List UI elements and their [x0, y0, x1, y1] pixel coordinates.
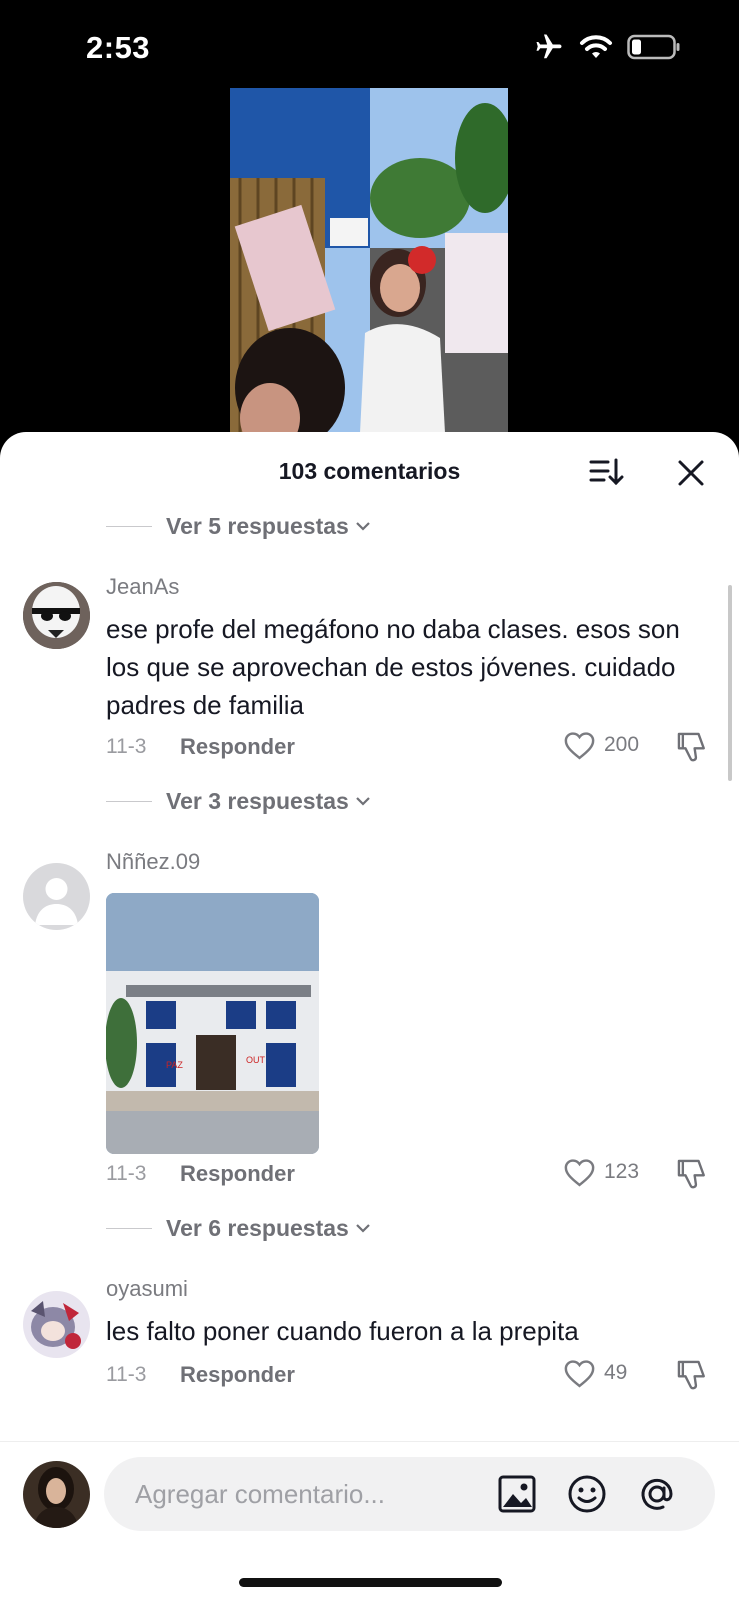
- heart-icon: [564, 1159, 595, 1187]
- view-replies-button[interactable]: Ver 5 respuestas: [106, 511, 371, 541]
- like-button[interactable]: 200: [563, 730, 639, 760]
- comment-username[interactable]: JeanAs: [106, 574, 179, 600]
- mention-icon[interactable]: [637, 1474, 677, 1514]
- comments-header: 103 comentarios: [0, 432, 739, 508]
- home-indicator: [239, 1578, 502, 1587]
- view-replies-label: Ver 5 respuestas: [166, 512, 349, 539]
- image-icon[interactable]: [497, 1474, 537, 1514]
- like-count: 200: [604, 733, 640, 756]
- like-count: 49: [604, 1361, 628, 1384]
- comment-date: 11-3: [106, 1363, 147, 1386]
- scrollbar[interactable]: [728, 585, 732, 781]
- replies-divider: [106, 800, 152, 802]
- status-time: 2:53: [86, 30, 151, 65]
- view-replies-label: Ver 3 respuestas: [166, 787, 349, 814]
- like-button[interactable]: 49: [563, 1358, 627, 1388]
- view-replies-button[interactable]: Ver 6 respuestas: [106, 1213, 371, 1243]
- avatar[interactable]: [23, 1291, 90, 1358]
- comment-input[interactable]: Agregar comentario...: [104, 1457, 715, 1531]
- dislike-icon[interactable]: [676, 1157, 708, 1191]
- avatar[interactable]: [23, 582, 90, 649]
- reply-button[interactable]: Responder: [180, 1362, 295, 1388]
- battery-icon: [627, 34, 680, 60]
- comment-input-placeholder: Agregar comentario...: [135, 1479, 386, 1509]
- comment-text: ese profe del megáfono no daba clases. e…: [106, 614, 680, 720]
- replies-divider: [106, 1227, 152, 1229]
- wifi-icon: [580, 35, 612, 58]
- heart-icon: [564, 732, 595, 760]
- comment-date: 11-3: [106, 735, 147, 758]
- svg-text:PAZ: PAZ: [166, 1060, 183, 1070]
- svg-text:OUT: OUT: [246, 1055, 266, 1065]
- comment-username[interactable]: oyasumi: [106, 1276, 188, 1302]
- dislike-icon[interactable]: [676, 1358, 708, 1392]
- comment-text: les falto poner cuando fueron a la prepi…: [106, 1316, 579, 1346]
- comment-image[interactable]: PAZ OUT: [106, 893, 319, 1154]
- comment-composer: Agregar comentario...: [0, 1441, 739, 1601]
- comment-date: 11-3: [106, 1162, 147, 1185]
- like-count: 123: [604, 1160, 640, 1183]
- reply-button[interactable]: Responder: [180, 1161, 295, 1187]
- airplane-icon: [536, 34, 562, 59]
- comments-count-title: 103 comentarios: [278, 458, 461, 484]
- comments-sheet: 103 comentarios Ver 5 respuestas JeanAs …: [0, 432, 739, 1600]
- dislike-icon[interactable]: [676, 730, 708, 764]
- view-replies-label: Ver 6 respuestas: [166, 1214, 349, 1241]
- emoji-icon[interactable]: [567, 1474, 607, 1514]
- avatar[interactable]: [23, 863, 90, 930]
- sort-icon[interactable]: [588, 454, 624, 490]
- reply-button[interactable]: Responder: [180, 734, 295, 760]
- my-avatar[interactable]: [23, 1461, 90, 1528]
- chevron-down-icon: [356, 1224, 370, 1233]
- chevron-down-icon: [356, 522, 370, 531]
- close-icon[interactable]: [674, 456, 708, 490]
- chevron-down-icon: [356, 797, 370, 806]
- video-preview[interactable]: [230, 88, 508, 433]
- comment-username[interactable]: Nññez.09: [106, 849, 200, 875]
- like-button[interactable]: 123: [563, 1157, 639, 1187]
- replies-divider: [106, 525, 152, 527]
- status-bar: 2:53: [0, 0, 739, 90]
- heart-icon: [564, 1360, 595, 1388]
- view-replies-button[interactable]: Ver 3 respuestas: [106, 786, 371, 816]
